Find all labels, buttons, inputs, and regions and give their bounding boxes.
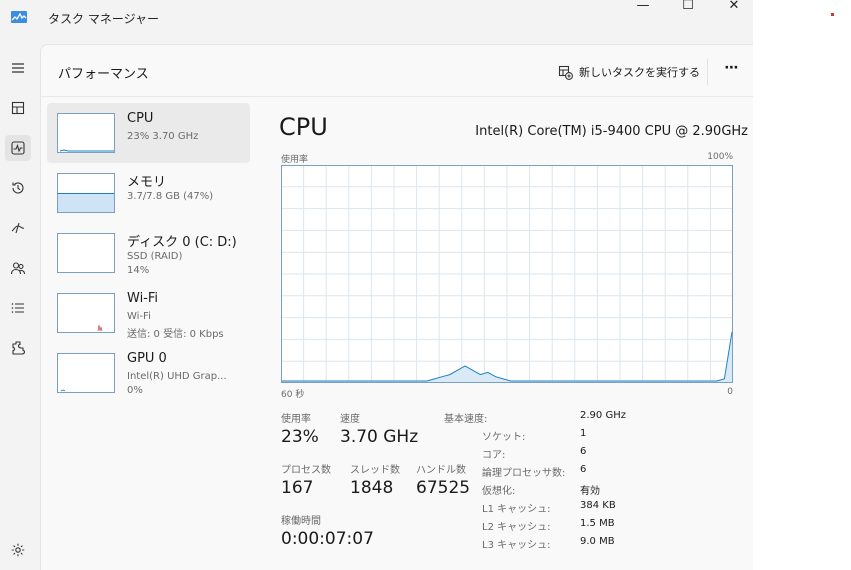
maximize-button[interactable]: ☐: [665, 0, 711, 14]
minimize-button[interactable]: —: [620, 0, 666, 14]
header-divider: [707, 59, 708, 85]
handles-value: 67525: [416, 478, 471, 498]
handles-label: ハンドル数: [416, 465, 466, 476]
memory-thumbnail-graph: [57, 173, 115, 213]
spec-value: 6: [580, 464, 587, 475]
resource-name: Wi-Fi: [127, 291, 159, 306]
resource-detail: 0%: [127, 385, 143, 396]
task-manager-app-icon: [11, 11, 27, 23]
spec-key: 論理プロセッサ数:: [482, 468, 566, 479]
task-manager-window: タスク マネージャー — ☐ ✕ パフォーマンス 新しいタスクを実行する ⋯ C…: [0, 0, 753, 570]
resource-detail: Wi-Fi: [127, 311, 151, 322]
title-bar: タスク マネージャー — ☐ ✕: [0, 0, 753, 44]
resource-item-wifi[interactable]: Wi-Fi Wi-Fi 送信: 0 受信: 0 Kbps: [47, 283, 250, 343]
wifi-thumbnail-graph: [57, 293, 115, 333]
resource-item-cpu[interactable]: CPU 23% 3.70 GHz: [47, 103, 250, 163]
resource-item-disk-0[interactable]: ディスク 0 (C: D:) SSD (RAID) 14%: [47, 223, 250, 283]
spec-key: L1 キャッシュ:: [482, 504, 551, 515]
processes-label: プロセス数: [281, 465, 331, 476]
cpu-model-name: Intel(R) Core(TM) i5-9400 CPU @ 2.90GHz: [475, 124, 748, 139]
processes-icon[interactable]: [5, 95, 31, 121]
resource-name: CPU: [127, 111, 154, 126]
resource-detail: 3.7/7.8 GB (47%): [127, 191, 214, 202]
new-task-icon: [558, 65, 573, 80]
desktop-mark: [831, 13, 834, 16]
uptime-label: 稼働時間: [281, 516, 321, 527]
details-icon[interactable]: [5, 295, 31, 321]
more-options-button[interactable]: ⋯: [721, 59, 743, 81]
speed-label: 速度: [340, 414, 360, 425]
resource-name: GPU 0: [127, 351, 167, 366]
resource-name: メモリ: [127, 175, 167, 190]
window-title: タスク マネージャー: [48, 12, 159, 26]
resource-detail: Intel(R) UHD Grap...: [127, 371, 227, 382]
users-icon[interactable]: [5, 255, 31, 281]
resource-detail: 送信: 0 受信: 0 Kbps: [127, 329, 224, 340]
run-new-task-label: 新しいタスクを実行する: [579, 66, 700, 79]
resource-detail: 14%: [127, 265, 150, 276]
page-header: パフォーマンス 新しいタスクを実行する ⋯: [41, 45, 753, 97]
resource-item-gpu-0[interactable]: GPU 0 Intel(R) UHD Grap... 0%: [47, 343, 250, 403]
cpu-heading: CPU: [279, 113, 328, 141]
threads-value: 1848: [350, 478, 394, 498]
memory-usage-fill: [58, 193, 114, 212]
cpu-thumbnail-graph: [57, 113, 115, 153]
spec-key: ソケット:: [482, 432, 526, 443]
startup-apps-icon[interactable]: [5, 215, 31, 241]
speed-value: 3.70 GHz: [340, 427, 419, 447]
spec-key: L2 キャッシュ:: [482, 522, 551, 533]
graph-x-start: 60 秒: [281, 390, 305, 400]
usage-value: 23%: [281, 427, 319, 447]
cpu-usage-graph: [281, 165, 733, 383]
spec-value: 6: [580, 446, 587, 457]
spec-key: L3 キャッシュ:: [482, 540, 551, 551]
resource-detail: 23% 3.70 GHz: [127, 131, 199, 142]
nav-rail: [0, 44, 40, 570]
menu-icon[interactable]: [5, 55, 31, 81]
resource-item-memory[interactable]: メモリ 3.7/7.8 GB (47%): [47, 163, 250, 223]
spec-key: コア:: [482, 450, 506, 461]
spec-value: 2.90 GHz: [580, 410, 626, 421]
performance-icon[interactable]: [5, 135, 31, 161]
spec-value: 384 KB: [580, 500, 616, 511]
spec-value: 1: [580, 428, 587, 439]
spec-value: 1.5 MB: [580, 518, 615, 529]
graph-y-label: 使用率: [281, 155, 309, 165]
app-history-icon[interactable]: [5, 175, 31, 201]
spec-value: 9.0 MB: [580, 536, 615, 547]
resource-list: CPU 23% 3.70 GHz メモリ 3.7/7.8 GB (47%) ディ…: [47, 103, 250, 403]
spec-value: 有効: [580, 486, 600, 497]
threads-label: スレッド数: [350, 465, 400, 476]
content-pane: パフォーマンス 新しいタスクを実行する ⋯ CPU 23% 3.70 GHz メ…: [40, 44, 753, 570]
close-button[interactable]: ✕: [711, 0, 753, 14]
page-title: パフォーマンス: [58, 67, 149, 82]
run-new-task-button[interactable]: 新しいタスクを実行する: [558, 61, 700, 83]
spec-key: 基本速度:: [444, 414, 488, 425]
spec-key: 仮想化:: [482, 486, 516, 497]
services-icon[interactable]: [5, 335, 31, 361]
resource-name: ディスク 0 (C: D:): [127, 235, 237, 250]
disk-thumbnail-graph: [57, 233, 115, 273]
resource-detail: SSD (RAID): [127, 251, 183, 262]
processes-value: 167: [281, 478, 314, 498]
graph-y-max: 100%: [707, 152, 733, 162]
uptime-value: 0:00:07:07: [281, 529, 374, 549]
usage-label: 使用率: [281, 414, 311, 425]
gpu-thumbnail-graph: [57, 353, 115, 393]
settings-icon[interactable]: [5, 537, 31, 563]
graph-x-end: 0: [727, 387, 733, 397]
